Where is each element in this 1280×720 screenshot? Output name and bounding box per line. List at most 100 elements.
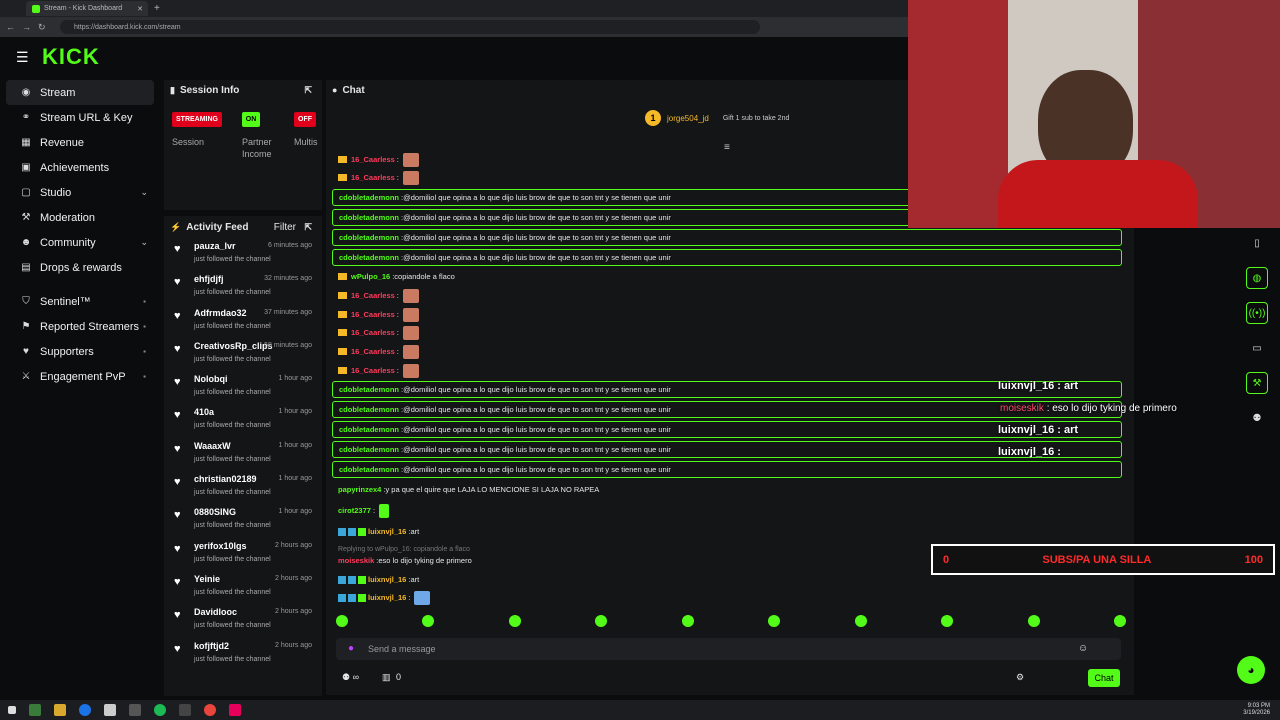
popout-icon[interactable]: ⇱ — [304, 222, 312, 233]
emote-icon[interactable] — [941, 615, 954, 627]
chat-username: moiseskik — [338, 556, 375, 565]
mic-icon[interactable]: ● — [348, 643, 354, 654]
lock-icon: ▪ — [143, 297, 146, 306]
store-icon[interactable]: ▥ — [382, 672, 391, 683]
taskbar-app-icon[interactable] — [104, 704, 116, 716]
lock-icon: ▪ — [143, 322, 146, 331]
crown-icon — [338, 174, 347, 181]
chat-message[interactable]: cdobletademonn: @domiliol que opina a lo… — [332, 461, 1122, 478]
emote-icon[interactable] — [508, 615, 521, 627]
chat-message[interactable]: wPulpo_16: copiandole a flaco — [332, 268, 1122, 285]
start-icon[interactable] — [8, 706, 16, 714]
chat-text: @domiliol que opina a lo que dijo luis b… — [403, 233, 671, 242]
edge-icon[interactable] — [79, 704, 91, 716]
popout-icon[interactable]: ⇱ — [304, 85, 312, 96]
activity-item[interactable]: ♥ 0880SING 1 hour ago just followed the cha… — [164, 504, 322, 537]
sidebar-item-stream[interactable]: ◉ Stream — [6, 80, 154, 105]
activity-item[interactable]: ♥ pauza_lvr 6 minutes ago just followed the… — [164, 238, 322, 271]
activity-item[interactable]: ♥ WaaaxW 1 hour ago just followed the chann… — [164, 438, 322, 471]
forward-icon[interactable]: → — [22, 22, 32, 32]
chat-message[interactable]: luixnvjl_16: art — [332, 523, 1122, 540]
url-input[interactable]: https://dashboard.kick.com/stream — [60, 20, 760, 34]
sidebar-item-revenue[interactable]: ▦ Revenue — [6, 130, 154, 155]
close-icon[interactable]: ✕ — [137, 5, 143, 13]
chat-username: cdobletademonn — [339, 213, 400, 222]
emoji-icon[interactable]: ☺ — [1078, 643, 1088, 654]
activity-item[interactable]: ♥ Adfrmdao32 37 minutes ago just followed t… — [164, 305, 322, 338]
chat-message[interactable]: 16_Caarless: — [332, 306, 1122, 323]
browser-tab[interactable]: Stream - Kick Dashboard ✕ — [26, 1, 148, 16]
activity-item[interactable]: ♥ yerifox10lgs 2 hours ago just followed th… — [164, 538, 322, 571]
pinned-leader[interactable]: 1 jorge504_jd Gift 1 sub to take 2nd — [645, 110, 789, 126]
chat-message[interactable]: cdobletademonn: @domiliol que opina a lo… — [332, 249, 1122, 266]
sidebar-item-studio[interactable]: ▢ Studio ⌄ — [6, 180, 154, 205]
emote-icon[interactable] — [681, 615, 694, 627]
activity-item[interactable]: ♥ Nolobqi 1 hour ago just followed the chan… — [164, 371, 322, 404]
emote-icon[interactable] — [1113, 615, 1126, 627]
sidebar-item-label: Supporters — [40, 345, 94, 358]
activity-item[interactable]: ♥ Yeinie 2 hours ago just followed the chan… — [164, 571, 322, 604]
support-chat-icon[interactable]: ◕ — [1237, 656, 1265, 684]
emote-icon[interactable] — [768, 615, 781, 627]
badge-icon — [348, 575, 356, 584]
taskbar-app-icon[interactable] — [29, 704, 41, 716]
chat-username: cdobletademonn — [339, 193, 400, 202]
chat-message[interactable]: cirot2377: — [332, 502, 1122, 519]
sidebar-item-stream-url[interactable]: ⚭ Stream URL & Key — [6, 105, 154, 130]
spotify-icon[interactable] — [154, 704, 166, 716]
sidebar-item-moderation[interactable]: ⚒ Moderation — [6, 205, 154, 230]
studio-icon: ▢ — [21, 187, 31, 198]
folder-icon[interactable] — [54, 704, 66, 716]
taskbar-app-icon[interactable] — [179, 704, 191, 716]
settings-icon[interactable]: ⚙ — [1016, 672, 1024, 683]
activity-item[interactable]: ♥ ehfjdjfj 32 minutes ago just followed the… — [164, 271, 322, 304]
sidebar-item-drops[interactable]: ▤ Drops & rewards — [6, 255, 154, 280]
steam-icon[interactable] — [129, 704, 141, 716]
send-chat-button[interactable]: Chat — [1088, 669, 1120, 687]
chat-message[interactable]: 16_Caarless: — [332, 324, 1122, 341]
system-clock[interactable]: 9:03 PM 3/19/2026 — [1243, 703, 1270, 717]
doc-icon[interactable]: ▯ — [1246, 232, 1268, 254]
users-icon[interactable]: ⚉ ∞ — [342, 672, 359, 683]
taskbar-app-icon[interactable] — [229, 704, 241, 716]
sidebar-item-sentinel[interactable]: ⛉ Sentinel™ ▪ — [6, 289, 154, 314]
chat-message[interactable]: luixnvjl_16: — [332, 589, 1122, 606]
activity-text: just followed the channel — [194, 355, 271, 363]
emote-icon[interactable] — [336, 615, 348, 627]
rank-badge: 1 — [645, 110, 661, 126]
reload-icon[interactable]: ↻ — [38, 22, 48, 33]
chat-input[interactable]: Send a message — [336, 638, 1121, 660]
chat-username: 16_Caarless — [351, 291, 395, 300]
chat-message[interactable]: 16_Caarless: — [332, 343, 1122, 360]
activity-item[interactable]: ♥ 410a 1 hour ago just followed the channel — [164, 404, 322, 437]
broadcast-icon[interactable]: ((•)) — [1246, 302, 1268, 324]
chat-message[interactable]: cdobletademonn: @domiliol que opina a lo… — [332, 229, 1122, 246]
activity-item[interactable]: ♥ christian02189 1 hour ago just followed t… — [164, 471, 322, 504]
sidebar-item-engagement-pvp[interactable]: ⚔ Engagement PvP ▪ — [6, 364, 154, 389]
activity-item[interactable]: ♥ CreativosRp_clips 58 minutes ago just fol… — [164, 338, 322, 371]
new-tab-icon[interactable]: + — [154, 3, 160, 14]
activity-item[interactable]: ♥ Davidlooc 2 hours ago just followed the c… — [164, 604, 322, 637]
filter-button[interactable]: Filter — [274, 222, 296, 233]
kick-logo[interactable]: KICK — [42, 44, 100, 70]
sidebar-item-achievements[interactable]: ▣ Achievements — [6, 155, 154, 180]
back-icon[interactable]: ← — [6, 22, 16, 32]
chat-message[interactable]: 16_Caarless: — [332, 287, 1122, 304]
activity-username: CreativosRp_clips — [194, 340, 273, 351]
emote-icon[interactable] — [854, 615, 867, 627]
emote-icon[interactable] — [422, 615, 435, 627]
chat-panel-icon[interactable]: ◍ — [1246, 267, 1268, 289]
chat-message[interactable]: papyrinzex4: y pa que el quire que LAJA … — [332, 481, 1122, 498]
users-icon[interactable]: ⚉ — [1246, 407, 1268, 429]
chrome-icon[interactable] — [204, 704, 216, 716]
sidebar-item-community[interactable]: ☻ Community ⌄ — [6, 230, 154, 255]
sidebar-item-supporters[interactable]: ♥ Supporters ▪ — [6, 339, 154, 364]
chat-message[interactable]: 16_Caarless: — [332, 362, 1122, 379]
sidebar-item-reported-streamers[interactable]: ⚑ Reported Streamers ▪ — [6, 314, 154, 339]
emote-icon[interactable] — [1027, 615, 1040, 627]
emote-icon[interactable] — [595, 615, 608, 627]
activity-item[interactable]: ♥ kofjftjd2 2 hours ago just followed the c… — [164, 638, 322, 671]
menu-icon[interactable]: ☰ — [16, 49, 29, 66]
layout-icon[interactable]: ▭ — [1246, 337, 1268, 359]
wrench-icon[interactable]: ⚒ — [1246, 372, 1268, 394]
